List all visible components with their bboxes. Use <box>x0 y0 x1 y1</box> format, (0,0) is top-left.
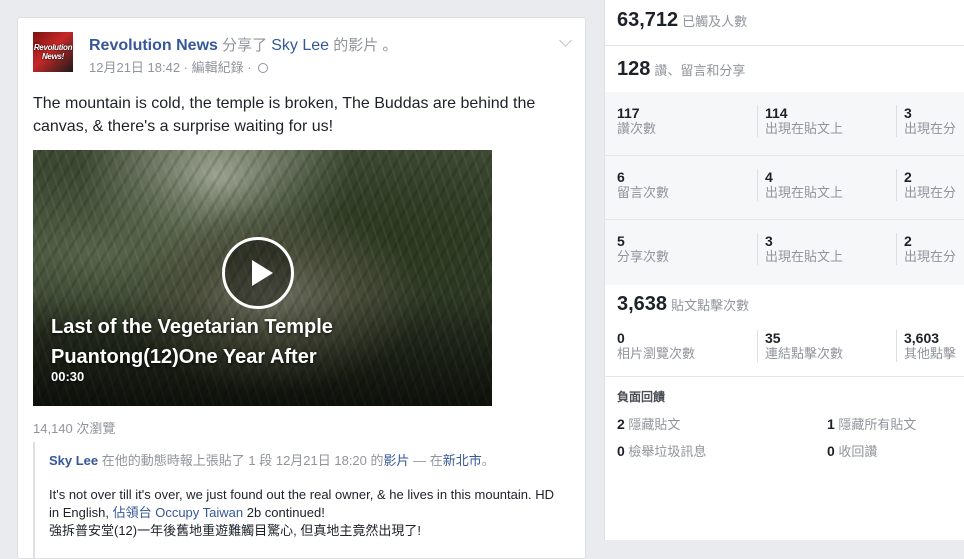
metric-label: 連結點擊次數 <box>765 346 844 361</box>
video-title: Last of the Vegetarian Temple Puantong(1… <box>51 316 333 368</box>
shared-video-link[interactable]: 影片 <box>384 453 410 468</box>
metric-label: 出現在分 <box>904 121 957 136</box>
shares-row: 5 分享次數 3 出現在貼文上 2 出現在分 <box>605 220 964 283</box>
video-duration: 00:30 <box>51 369 85 384</box>
engagement-label: 讚、留言和分享 <box>654 63 746 78</box>
metric-label: 讚次數 <box>617 121 657 136</box>
metric-cell: 2 出現在分 <box>896 233 956 265</box>
view-count[interactable]: 14,140 次瀏覽 <box>33 418 115 437</box>
page-avatar[interactable]: Revolution News! <box>33 32 73 72</box>
metric-cell: 4 出現在貼文上 <box>757 169 843 201</box>
shared-post-header: Sky Lee 在他的動態時報上張貼了 1 段 12月21日 18:20 的影片… <box>49 450 495 469</box>
negative-item-hide-all: 1 隱藏所有貼文 <box>827 414 916 433</box>
clicks-label: 貼文點擊次數 <box>671 298 750 313</box>
metric-label: 留言次數 <box>617 185 670 200</box>
metric-cell: 3 出現在分 <box>896 105 956 137</box>
metric-label: 分享次數 <box>617 249 670 264</box>
metric-number: 114 <box>765 105 788 121</box>
metric-number: 3 <box>765 233 773 249</box>
metric-cell: 0 相片瀏覽次數 <box>617 330 695 362</box>
negative-count: 0 <box>617 443 625 459</box>
video-player[interactable]: Last of the Vegetarian Temple Puantong(1… <box>33 150 492 406</box>
shared-post-desc: 在他的動態時報上張貼了 1 段 12月21日 18:20 的 <box>98 453 384 468</box>
clicks-breakdown: 0 相片瀏覽次數 35 連結點擊次數 3,603 其他點擊 <box>605 318 964 376</box>
negative-count: 1 <box>827 416 835 432</box>
post-header: Revolution News! Revolution News 分享了 Sky… <box>33 32 572 76</box>
metric-label: 相片瀏覽次數 <box>617 346 696 361</box>
engagement-breakdown: 117 讚次數 114 出現在貼文上 3 出現在分 6 留言次數 4 出現在貼文上 2 出現… <box>605 92 964 285</box>
metric-number: 117 <box>617 105 640 121</box>
engagement-value: 128 <box>617 58 651 80</box>
shared-person-link[interactable]: Sky Lee <box>271 37 329 54</box>
post-meta: 12月21日 18:42 · 編輯紀錄 · <box>89 57 269 76</box>
post-clicks-summary: 3,638 貼文點擊次數 <box>617 293 749 316</box>
metric-number: 0 <box>617 330 625 346</box>
engagement-summary: 128 讚、留言和分享 <box>617 58 745 81</box>
metric-cell: 2 出現在分 <box>896 169 956 201</box>
metric-number: 2 <box>904 233 912 249</box>
metric-cell: 117 讚次數 <box>617 105 656 137</box>
metric-number: 3,603 <box>904 330 940 346</box>
metric-cell: 35 連結點擊次數 <box>757 330 843 362</box>
post-headline: Revolution News 分享了 Sky Lee 的影片 。 <box>89 34 397 55</box>
negative-label: 收回讚 <box>834 444 878 459</box>
shared-author-link[interactable]: Sky Lee <box>49 453 98 468</box>
metric-cell: 3 出現在貼文上 <box>757 233 843 265</box>
location-link[interactable]: 新北市 <box>443 453 482 468</box>
negative-label: 隱藏貼文 <box>624 417 681 432</box>
shared-text-part-3: 強拆普安堂(12)一年後舊地重遊難觸目驚心, 但真地主竟然出現了! <box>49 523 421 538</box>
play-button[interactable] <box>222 237 294 309</box>
negative-item-unlike: 0 收回讚 <box>827 441 877 460</box>
divider <box>605 45 964 46</box>
post-card: Revolution News! Revolution News 分享了 Sky… <box>17 17 586 559</box>
metric-label: 出現在貼文上 <box>765 121 844 136</box>
metric-number: 4 <box>765 169 773 185</box>
divider <box>605 376 964 377</box>
metric-label: 出現在貼文上 <box>765 249 844 264</box>
avatar-text-line-1: Revolution <box>33 43 73 52</box>
post-timestamp[interactable]: 12月21日 18:42 · 編輯紀錄 · <box>89 60 255 75</box>
avatar-text-line-2: News! <box>41 52 65 61</box>
shared-post-desc-2: — 在 <box>409 453 443 468</box>
post-message: The mountain is cold, the temple is brok… <box>33 95 536 135</box>
chevron-down-icon[interactable] <box>559 34 572 47</box>
metric-cell: 6 留言次數 <box>617 169 669 201</box>
metric-number: 5 <box>617 233 625 249</box>
shared-post-end: 。 <box>481 453 495 468</box>
metric-label: 出現在分 <box>904 249 957 264</box>
share-verb: 分享了 <box>217 37 272 54</box>
reach-label: 已觸及人數 <box>682 14 748 29</box>
clicks-value: 3,638 <box>617 293 668 315</box>
metric-label: 其他點擊 <box>904 346 957 361</box>
negative-count: 0 <box>827 443 835 459</box>
metric-number: 2 <box>904 169 912 185</box>
shared-text-part-2: 2b continued! <box>243 505 325 520</box>
reach-summary: 63,712 已觸及人數 <box>617 9 747 32</box>
insights-panel: 63,712 已觸及人數 128 讚、留言和分享 117 讚次數 114 出現在貼文上 … <box>604 0 964 540</box>
metric-cell: 114 出現在貼文上 <box>757 105 843 137</box>
page-name-link[interactable]: Revolution News <box>89 37 218 54</box>
shared-object-text: 的影片 。 <box>329 37 398 54</box>
negative-item-hide-post: 2 隱藏貼文 <box>617 414 680 433</box>
negative-item-report-spam: 0 檢舉垃圾訊息 <box>617 441 706 460</box>
metric-label: 出現在分 <box>904 185 957 200</box>
shared-post: Sky Lee 在他的動態時報上張貼了 1 段 12月21日 18:20 的影片… <box>33 442 563 558</box>
occupy-taiwan-link[interactable]: 佔領台 Occupy Taiwan <box>113 505 244 520</box>
metric-number: 3 <box>904 105 912 121</box>
negative-label: 檢舉垃圾訊息 <box>624 444 707 459</box>
metric-cell: 3,603 其他點擊 <box>896 330 956 362</box>
metric-number: 35 <box>765 330 781 346</box>
negative-feedback-title: 負面回饋 <box>617 390 666 404</box>
metric-label: 出現在貼文上 <box>765 185 844 200</box>
reach-value: 63,712 <box>617 9 679 31</box>
globe-icon[interactable] <box>258 63 269 73</box>
comments-row: 6 留言次數 4 出現在貼文上 2 出現在分 <box>605 156 964 219</box>
metric-cell: 5 分享次數 <box>617 233 669 265</box>
likes-row: 117 讚次數 114 出現在貼文上 3 出現在分 <box>605 92 964 155</box>
play-icon <box>252 260 273 286</box>
metric-number: 6 <box>617 169 625 185</box>
shared-post-text: It's not over till it's over, we just fo… <box>49 486 559 540</box>
negative-label: 隱藏所有貼文 <box>834 417 917 432</box>
negative-count: 2 <box>617 416 625 432</box>
